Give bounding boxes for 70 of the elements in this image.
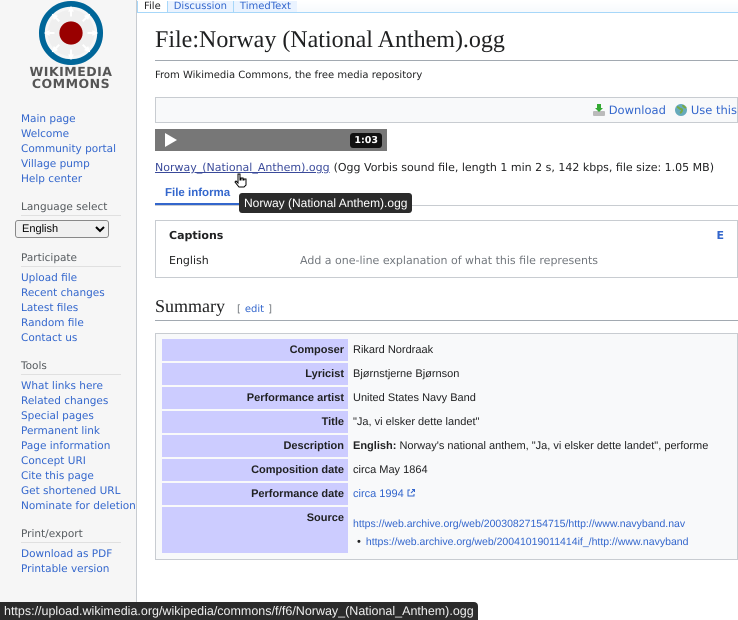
sidebar-link[interactable]: Download as PDF	[21, 547, 136, 562]
page-tab[interactable]: TimedText	[232, 1, 297, 12]
table-label: Lyricist	[162, 363, 348, 385]
language-select[interactable]: English	[15, 220, 109, 238]
table-value: "Ja, vi elsker dette landet"	[352, 415, 480, 430]
sidebar-link[interactable]: Nominate for deletion	[21, 499, 136, 514]
sidebar-link[interactable]: Village pump	[21, 157, 136, 172]
section-heading: Participate	[21, 252, 121, 267]
sidebar-link[interactable]: Help center	[21, 172, 136, 187]
sidebar-link[interactable]: Contact us	[21, 331, 136, 346]
table-label: Performance date	[162, 483, 348, 505]
table-value: circa May 1864	[352, 463, 429, 478]
bracket: ]	[268, 304, 272, 315]
table-label: Performance artist	[162, 387, 348, 409]
sidebar-link[interactable]: Main page	[21, 112, 136, 127]
list-bullet: •	[357, 535, 361, 549]
table-value: Rikard Nordraak	[352, 343, 434, 358]
sidebar-link[interactable]: Permanent link	[21, 424, 136, 439]
sidebar-link[interactable]: Welcome	[21, 127, 136, 142]
caption-language: English	[169, 254, 210, 267]
toolbar-link[interactable]: Download	[608, 103, 666, 117]
caption-field[interactable]: Add a one-line explanation of what this file represents	[300, 254, 724, 267]
duration-label: 1:03	[350, 132, 382, 148]
sidebar-link[interactable]: Page information	[21, 439, 136, 454]
sidebar-link[interactable]: Special pages	[21, 409, 136, 424]
table-label: Source	[162, 507, 348, 553]
source-link[interactable]: https://web.archive.org/web/20041019011414if_/http://www.navyband	[366, 535, 688, 549]
sidebar-link[interactable]: Community portal	[21, 142, 136, 157]
table-label: Title	[162, 411, 348, 433]
sidebar-link[interactable]: Printable version	[21, 562, 136, 577]
edit-link[interactable]: E	[716, 229, 724, 242]
page-tab[interactable]: File	[137, 1, 167, 12]
external-link-icon	[406, 489, 415, 497]
link-tooltip: Norway (National Anthem).ogg	[239, 193, 412, 213]
section-heading: Summary	[155, 296, 225, 317]
hand-cursor-icon	[234, 173, 247, 188]
sidebar-link[interactable]: Recent changes	[21, 286, 136, 301]
table-value: Bjørnstjerne Bjørnson	[352, 367, 460, 382]
captions-heading: Captions	[169, 229, 224, 242]
file-link[interactable]: Norway_(National_Anthem).ogg	[155, 161, 330, 174]
sidebar-link[interactable]: Related changes	[21, 394, 136, 409]
tagline: From Wikimedia Commons, the free media repository	[155, 70, 424, 81]
sidebar-link[interactable]: Upload file	[21, 271, 136, 286]
table-label: Composition date	[162, 459, 348, 481]
edit-link[interactable]: edit	[244, 304, 264, 315]
sidebar-link[interactable]: Cite this page	[21, 469, 136, 484]
section-heading: Tools	[21, 360, 121, 375]
sidebar-link[interactable]: Get shortened URL	[21, 484, 136, 499]
page-title: File:Norway (National Anthem).ogg	[155, 27, 738, 61]
source-link[interactable]: https://web.archive.org/web/20030827154715/http://www.navyband.nav	[353, 517, 735, 531]
sidebar-link[interactable]: Random file	[21, 316, 136, 331]
logo-text: WIKIMEDIA COMMONS	[30, 66, 112, 90]
section-heading: Print/export	[21, 528, 121, 543]
file-details: (Ogg Vorbis sound file, length 1 min 2 s, 142 kbps, file size: 1.05 MB)	[334, 161, 714, 174]
sidebar-link[interactable]: Latest files	[21, 301, 136, 316]
globe-icon	[674, 103, 688, 117]
status-bar: https://upload.wikimedia.org/wikipedia/commons/f/f6/Norway_(National_Anthem).ogg	[0, 602, 478, 620]
table-value: English: Norway's national anthem, "Ja, vi elsker dette landet", performe	[352, 439, 710, 454]
table-label: Composer	[162, 339, 348, 361]
external-link[interactable]: circa 1994	[353, 488, 404, 500]
section-heading: Language select	[21, 201, 121, 216]
sidebar-link[interactable]: Concept URI	[21, 454, 136, 469]
page-tab[interactable]: Discussion	[166, 1, 233, 12]
play-icon[interactable]	[165, 133, 177, 147]
bracket: [	[237, 304, 241, 315]
sidebar-link[interactable]: What links here	[21, 379, 136, 394]
table-label: Description	[162, 435, 348, 457]
toolbar-link[interactable]: Use this	[690, 103, 737, 117]
table-value: United States Navy Band	[352, 391, 477, 406]
download-icon	[592, 103, 606, 117]
